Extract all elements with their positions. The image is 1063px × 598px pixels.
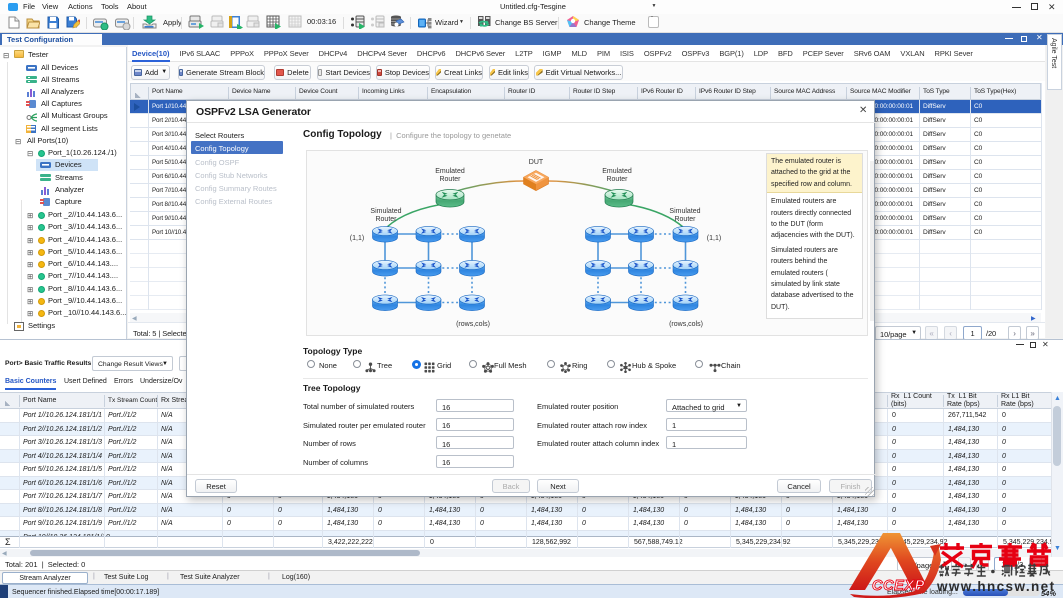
svg-text:(1,1): (1,1) bbox=[350, 235, 364, 242]
svg-text:Router: Router bbox=[674, 216, 696, 223]
svg-text:(rows,cols): (rows,cols) bbox=[669, 321, 703, 328]
svg-text:Router: Router bbox=[439, 176, 461, 183]
svg-text:(rows,cols): (rows,cols) bbox=[456, 321, 490, 328]
svg-text:Router: Router bbox=[375, 216, 397, 223]
svg-text:Simulated: Simulated bbox=[370, 208, 401, 215]
svg-text:Simulated: Simulated bbox=[669, 208, 700, 215]
svg-text:DUT: DUT bbox=[529, 159, 544, 166]
svg-text:(1,1): (1,1) bbox=[707, 235, 721, 242]
svg-text:Emulated: Emulated bbox=[602, 168, 632, 175]
svg-text:Router: Router bbox=[606, 176, 628, 183]
svg-text:Emulated: Emulated bbox=[435, 168, 465, 175]
